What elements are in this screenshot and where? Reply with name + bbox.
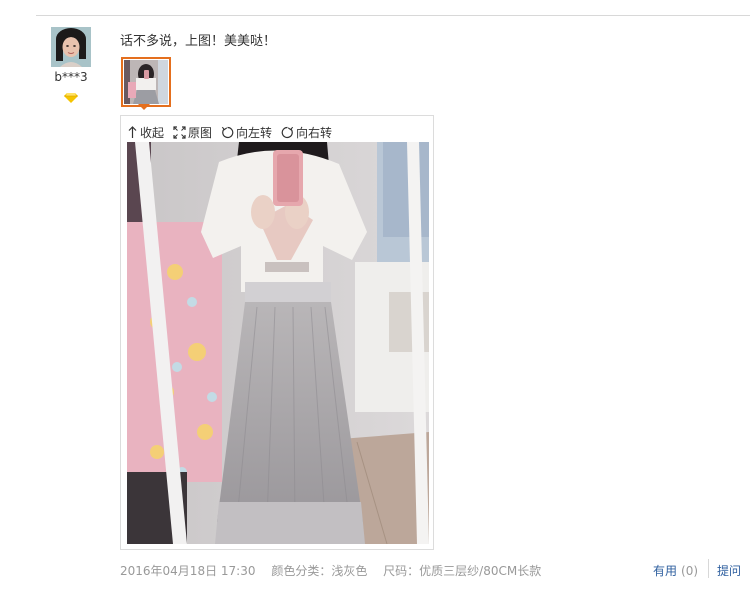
original-image-label: 原图 bbox=[188, 125, 213, 140]
review-meta: 2016年04月18日 17:30 颜色分类：浅灰色 尺码：优质三层纱/80CM… bbox=[120, 562, 545, 579]
original-image-button[interactable]: 原图 bbox=[173, 124, 212, 141]
review-date: 2016年04月18日 17:30 bbox=[120, 564, 256, 578]
thumbnail-pointer bbox=[138, 104, 150, 110]
review-text: 话不多说，上图！美美哒！ bbox=[120, 34, 277, 49]
useful-button[interactable]: 有用 (0) bbox=[653, 562, 698, 579]
up-arrow-icon bbox=[128, 125, 137, 138]
rotate-right-button[interactable]: 向右转 bbox=[281, 124, 332, 141]
review-photo[interactable] bbox=[127, 142, 429, 544]
collapse-button[interactable]: 收起 bbox=[127, 124, 164, 141]
rotate-right-icon bbox=[281, 126, 294, 138]
useful-count: (0) bbox=[681, 564, 699, 578]
rotate-left-label: 向左转 bbox=[236, 125, 273, 140]
rotate-left-button[interactable]: 向左转 bbox=[221, 124, 272, 141]
useful-label: 有用 bbox=[653, 564, 678, 578]
rotate-left-icon bbox=[221, 126, 234, 138]
expand-icon bbox=[173, 125, 186, 139]
photo-thumbnail[interactable] bbox=[121, 57, 171, 107]
viewer-toolbar: 收起 原图 向左转 向右转 bbox=[127, 124, 341, 140]
color-option: 颜色分类：浅灰色 bbox=[271, 564, 368, 578]
username: b***3 bbox=[54, 70, 88, 84]
rotate-right-label: 向右转 bbox=[296, 125, 333, 140]
collapse-label: 收起 bbox=[140, 125, 165, 140]
ask-button[interactable]: 提问 bbox=[717, 562, 741, 579]
avatar[interactable] bbox=[51, 27, 91, 67]
size-option: 尺码：优质三层纱/80CM长款 bbox=[383, 564, 542, 578]
action-divider bbox=[708, 559, 709, 578]
diamond-icon bbox=[64, 92, 78, 103]
top-divider bbox=[36, 15, 750, 16]
photo-viewer: 收起 原图 向左转 向右转 bbox=[120, 115, 434, 550]
